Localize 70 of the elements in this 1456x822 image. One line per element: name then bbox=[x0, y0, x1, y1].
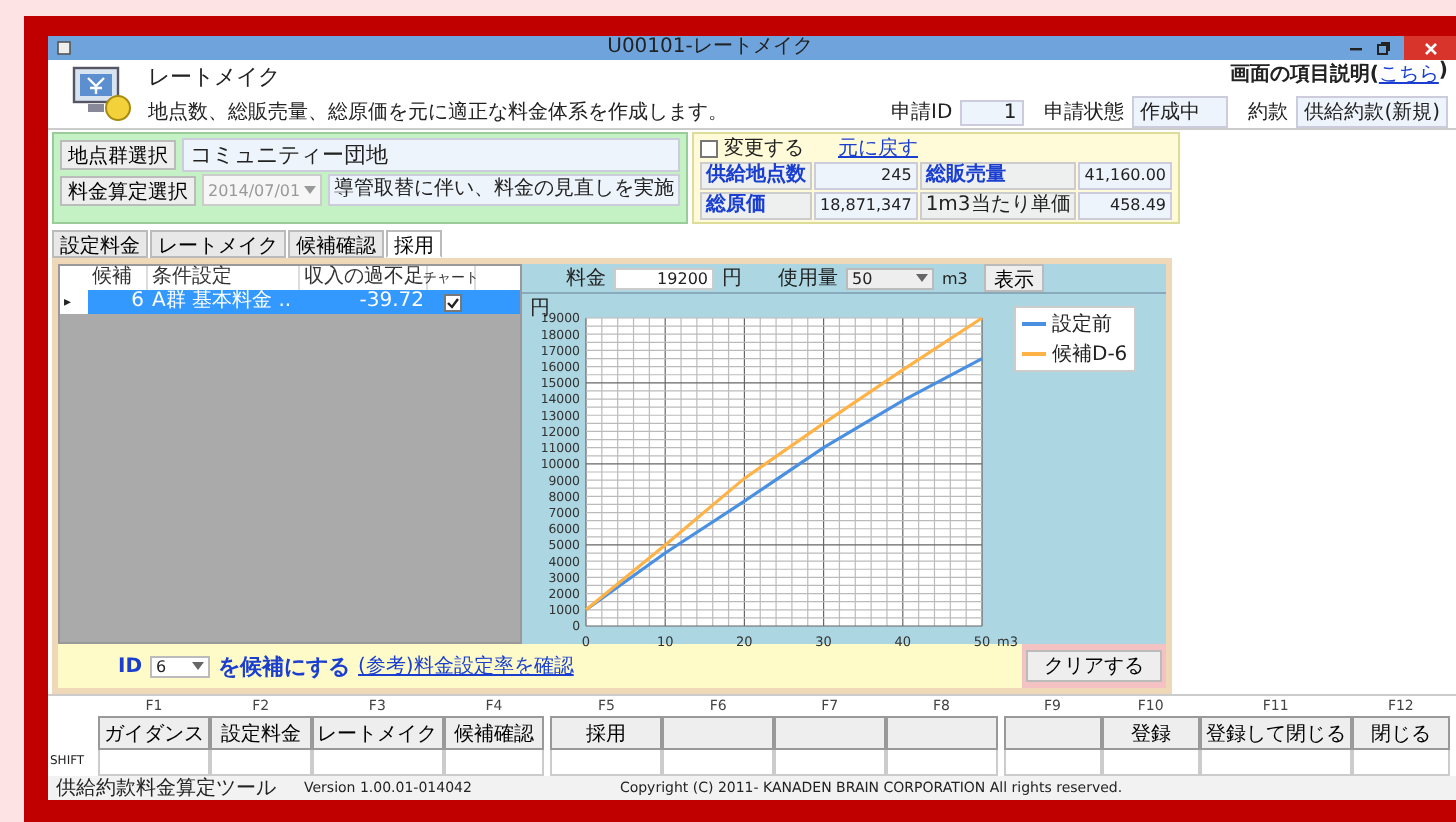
fee-label: 料金 bbox=[566, 265, 606, 292]
help-link[interactable]: こちら bbox=[1378, 60, 1439, 88]
summary-value: 245 bbox=[814, 162, 918, 190]
summary-label: 総販売量 bbox=[919, 162, 1077, 190]
help-label-close: ) bbox=[1438, 60, 1448, 86]
field-label: 申請ID bbox=[891, 99, 953, 126]
function-key-button[interactable] bbox=[662, 716, 774, 750]
id-label: ID bbox=[118, 655, 143, 677]
function-key-button[interactable]: レートメイク bbox=[311, 716, 444, 750]
field-label: 約款 bbox=[1248, 100, 1289, 126]
function-key-button[interactable]: ガイダンス bbox=[98, 716, 210, 750]
page-description: 地点数、総販売量、総原価を元に適正な料金体系を作成します。 bbox=[148, 99, 730, 126]
restore-icon[interactable] bbox=[1376, 40, 1392, 56]
table-cell-text: -39.72 bbox=[357, 290, 426, 314]
page-title: レートメイク bbox=[148, 62, 282, 92]
clear-button[interactable]: クリアする bbox=[1026, 650, 1162, 682]
tab[interactable]: 採用 bbox=[386, 230, 442, 258]
id-dropdown[interactable]: 6 bbox=[150, 655, 211, 677]
table-cell-text: 6 bbox=[129, 290, 146, 314]
unit-label: 円 bbox=[722, 266, 742, 292]
summary-label: 供給地点数 bbox=[700, 162, 812, 190]
usage-label: 使用量 bbox=[778, 266, 838, 292]
group-select-button[interactable]: 地点群選択 bbox=[60, 139, 176, 169]
help-label: 画面の項目説明( bbox=[1229, 61, 1379, 88]
readonly-field: 1 bbox=[960, 99, 1025, 125]
readonly-field: 供給約款(新規) bbox=[1296, 96, 1448, 128]
monitor-coin-icon bbox=[72, 66, 132, 122]
summary-value: 41,160.00 bbox=[1078, 162, 1172, 190]
readonly-field: 作成中 bbox=[1132, 96, 1229, 128]
function-key-button[interactable]: 閉じる bbox=[1351, 716, 1450, 750]
function-key-button[interactable] bbox=[885, 716, 998, 750]
make-candidate-button[interactable]: を候補にする bbox=[218, 651, 351, 681]
usage-dropdown[interactable]: 50 bbox=[846, 267, 934, 289]
summary-label: 総原価 bbox=[700, 192, 812, 220]
tab[interactable]: レートメイク bbox=[150, 230, 286, 258]
legend-label: 候補D-6 bbox=[1052, 341, 1128, 368]
rate-select-button[interactable]: 料金算定選択 bbox=[60, 175, 196, 205]
table-cell-text: A群 基本料金 .. bbox=[150, 290, 294, 314]
note-field: 導管取替に伴い、料金の見直しを実施 bbox=[328, 174, 681, 206]
unit-label: m3 bbox=[942, 269, 968, 287]
function-key-button[interactable]: 登録 bbox=[1101, 716, 1200, 750]
legend-label: 設定前 bbox=[1052, 311, 1112, 338]
checkbox-label: 変更する bbox=[724, 135, 804, 162]
tab[interactable]: 候補確認 bbox=[288, 230, 384, 258]
change-checkbox[interactable] bbox=[700, 139, 718, 157]
function-key-button[interactable]: 設定料金 bbox=[210, 716, 312, 750]
close-button[interactable] bbox=[1404, 36, 1456, 60]
show-button[interactable]: 表示 bbox=[983, 264, 1044, 292]
dropdown-arrow-icon bbox=[916, 274, 928, 282]
dropdown-arrow-icon bbox=[192, 662, 205, 670]
function-key-button[interactable] bbox=[773, 716, 886, 750]
chart-checkbox[interactable] bbox=[443, 293, 461, 311]
summary-value: 458.49 bbox=[1078, 192, 1172, 220]
reset-link[interactable]: 元に戻す bbox=[838, 134, 918, 162]
app-icon bbox=[56, 40, 72, 56]
window-title: U00101-レートメイク bbox=[605, 36, 815, 60]
summary-value: 18,871,347 bbox=[814, 192, 918, 220]
summary-label: 1m3当たり単価 bbox=[919, 192, 1077, 220]
function-key-button[interactable]: 候補確認 bbox=[443, 716, 545, 750]
function-key-button[interactable]: 採用 bbox=[550, 716, 663, 750]
tab[interactable]: 設定料金 bbox=[52, 230, 148, 258]
group-name-field: コミュニティー団地 bbox=[182, 137, 680, 171]
status-text: 供給約款料金算定ツール bbox=[56, 775, 276, 802]
function-key-button[interactable] bbox=[1003, 716, 1102, 750]
close-icon bbox=[1423, 41, 1437, 55]
dropdown-arrow-icon bbox=[304, 186, 317, 194]
field-label: 申請状態 bbox=[1044, 99, 1125, 126]
function-key-button[interactable]: 登録して閉じる bbox=[1199, 716, 1352, 750]
fee-field[interactable]: 19200 bbox=[614, 267, 714, 289]
reference-link[interactable]: (参考)料金設定率を確認 bbox=[358, 652, 574, 680]
